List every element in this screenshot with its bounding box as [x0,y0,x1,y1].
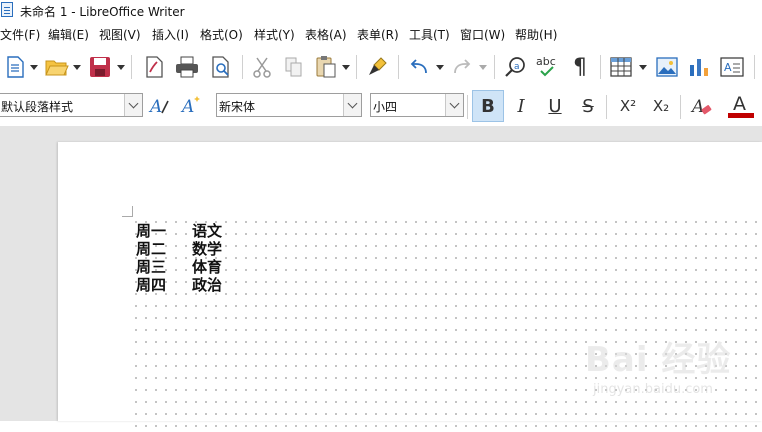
watermark-logo-text: Bai 经验 [585,340,732,380]
redo-dropdown-arrow[interactable] [479,52,487,82]
font-size-select[interactable]: 小四 [370,93,464,117]
new-style-icon[interactable]: A [177,90,207,120]
clone-formatting-icon[interactable] [363,52,393,82]
font-size-value: 小四 [373,100,398,114]
menu-bar: 文件(F) 编辑(E) 视图(V) 插入(I) 格式(O) 样式(Y) 表格(A… [0,23,762,43]
open-folder-icon[interactable] [42,52,72,82]
title-bar: 未命名 1 - LibreOffice Writer [0,0,762,22]
menu-edit[interactable]: 编辑(E) [48,26,89,43]
window-title: 未命名 1 - LibreOffice Writer [20,5,185,19]
undo-dropdown-arrow[interactable] [436,52,444,82]
spelling-icon[interactable]: abc [533,52,563,82]
menu-table[interactable]: 表格(A) [305,26,347,43]
copy-icon[interactable] [279,52,309,82]
svg-text:A: A [180,97,194,117]
open-dropdown-arrow[interactable] [73,52,81,82]
redo-icon[interactable] [447,52,477,82]
save-icon[interactable] [85,52,115,82]
menu-help[interactable]: 帮助(H) [515,26,557,43]
menu-format[interactable]: 格式(O) [200,26,243,43]
menu-window[interactable]: 窗口(W) [460,26,505,43]
watermark-url: jingyan.baidu.com [593,382,713,397]
standard-toolbar: a abc ¶ A [0,47,762,87]
chevron-down-icon[interactable] [124,94,142,116]
menu-insert[interactable]: 插入(I) [152,26,189,43]
table-dropdown-arrow[interactable] [639,52,647,82]
bold-button[interactable]: B [472,90,504,122]
chevron-down-icon[interactable] [445,94,463,116]
svg-text:A: A [690,97,704,117]
menu-tools[interactable]: 工具(T) [409,26,450,43]
writer-document-icon [1,2,13,17]
formatting-toolbar: 默认段落样式 A A 新宋体 小四 B I U S X² X₂ A A [0,87,762,125]
underline-button[interactable]: U [540,91,570,121]
paragraph-style-select[interactable]: 默认段落样式 [0,93,143,117]
subscript-button[interactable]: X₂ [646,91,676,121]
superscript-button[interactable]: X² [613,91,643,121]
cut-icon[interactable] [247,52,277,82]
menu-file[interactable]: 文件(F) [0,26,40,43]
update-style-icon[interactable]: A [145,90,175,120]
svg-text:A: A [724,61,732,74]
undo-icon[interactable] [404,52,434,82]
save-dropdown-arrow[interactable] [117,52,125,82]
insert-table-icon[interactable] [606,52,636,82]
font-color-icon[interactable]: A [726,90,756,120]
svg-text:abc: abc [536,55,556,68]
menu-styles[interactable]: 样式(Y) [254,26,295,43]
strikethrough-button[interactable]: S [573,91,603,121]
print-preview-icon[interactable] [206,52,236,82]
new-dropdown-arrow[interactable] [30,52,38,82]
watermark: Bai 经验 jingyan.baidu.com [585,332,755,407]
font-name-value: 新宋体 [219,100,256,114]
paste-dropdown-arrow[interactable] [342,52,350,82]
new-document-icon[interactable] [0,52,30,82]
chevron-down-icon[interactable] [343,94,361,116]
find-replace-icon[interactable]: a [501,52,531,82]
print-icon[interactable] [172,52,202,82]
svg-text:A: A [733,93,746,115]
font-name-select[interactable]: 新宋体 [216,93,362,117]
export-pdf-icon[interactable] [139,52,169,82]
paste-icon[interactable] [311,52,341,82]
insert-text-box-icon[interactable]: A [717,52,747,82]
document-line[interactable]: 周四 政治 [136,274,222,295]
clear-formatting-icon[interactable]: A [687,91,717,121]
menu-form[interactable]: 表单(R) [357,26,399,43]
insert-image-icon[interactable] [652,52,682,82]
svg-text:A: A [148,97,162,117]
menu-view[interactable]: 视图(V) [99,26,141,43]
italic-button[interactable]: I [506,91,536,121]
paragraph-style-value: 默认段落样式 [1,100,74,114]
svg-text:a: a [514,62,520,72]
formatting-marks-icon[interactable]: ¶ [565,52,595,82]
insert-chart-icon[interactable] [684,52,714,82]
